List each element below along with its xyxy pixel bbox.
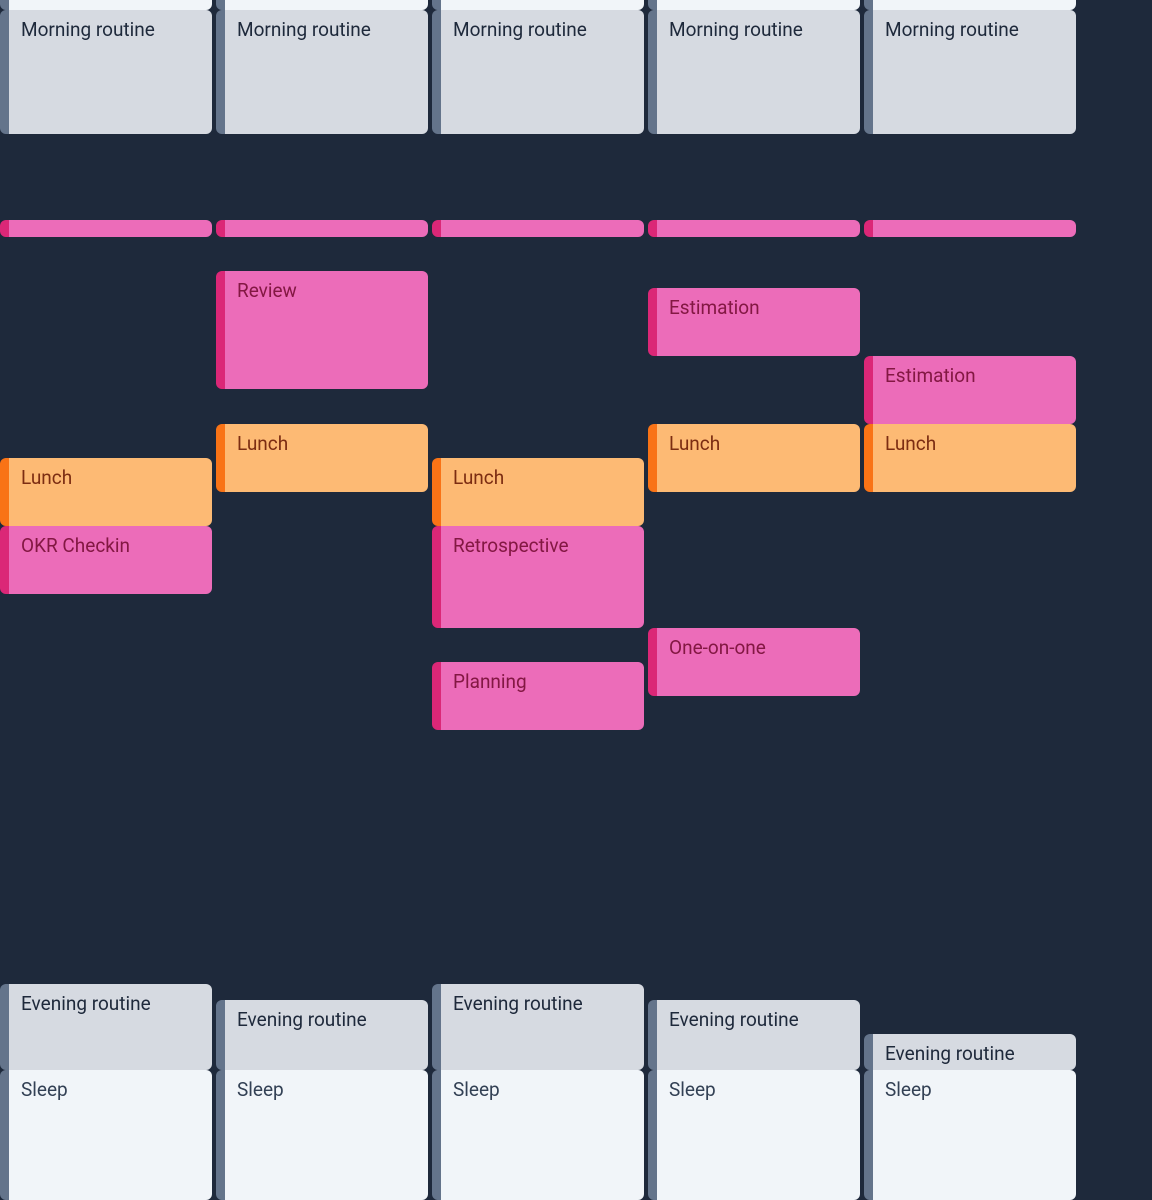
event-title: Evening routine (453, 992, 583, 1015)
event-title: Evening routine (237, 1008, 367, 1031)
calendar-event[interactable]: Sleep (648, 1070, 860, 1200)
event-title: Lunch (237, 432, 288, 455)
calendar-event[interactable]: Lunch (648, 424, 860, 492)
event-title: Estimation (669, 296, 760, 319)
calendar-event[interactable]: Evening routine (432, 984, 644, 1070)
event-title: Evening routine (21, 992, 151, 1015)
calendar-event[interactable]: Sleep (864, 1070, 1076, 1200)
event-title: Evening routine (669, 1008, 799, 1031)
calendar-event[interactable]: Lunch (216, 424, 428, 492)
calendar-event[interactable]: OKR Checkin (0, 526, 212, 594)
event-title: Evening routine (885, 1042, 1015, 1065)
calendar-event[interactable]: Estimation (864, 356, 1076, 424)
calendar-event[interactable] (432, 0, 644, 10)
calendar-event[interactable]: Morning routine (216, 10, 428, 134)
event-title: Sleep (453, 1078, 500, 1101)
calendar-event[interactable]: One-on-one (648, 628, 860, 696)
calendar-event[interactable] (864, 0, 1076, 10)
calendar-event[interactable]: Morning routine (648, 10, 860, 134)
calendar-event[interactable] (864, 220, 1076, 237)
calendar-event[interactable]: Planning (432, 662, 644, 730)
calendar-event[interactable]: Evening routine (216, 1000, 428, 1070)
event-title: Morning routine (237, 18, 371, 41)
calendar-event[interactable] (648, 220, 860, 237)
calendar-event[interactable]: Lunch (864, 424, 1076, 492)
calendar-event[interactable]: Sleep (432, 1070, 644, 1200)
event-title: Review (237, 279, 297, 302)
calendar-event[interactable] (216, 220, 428, 237)
calendar-event[interactable] (0, 0, 212, 10)
event-title: Morning routine (669, 18, 803, 41)
event-title: One-on-one (669, 636, 766, 659)
event-title: Morning routine (885, 18, 1019, 41)
calendar-event[interactable]: Sleep (0, 1070, 212, 1200)
event-title: OKR Checkin (21, 534, 130, 557)
event-title: Lunch (21, 466, 72, 489)
event-title: Sleep (885, 1078, 932, 1101)
calendar-week-grid[interactable]: Morning routine Morning routine Morning ro… (0, 0, 1152, 1199)
event-title: Estimation (885, 364, 976, 387)
calendar-event[interactable]: Evening routine (864, 1034, 1076, 1070)
calendar-event[interactable]: Evening routine (648, 1000, 860, 1070)
calendar-event[interactable]: Lunch (0, 458, 212, 526)
calendar-event[interactable]: Sleep (216, 1070, 428, 1200)
calendar-event[interactable]: Morning routine (432, 10, 644, 134)
event-title: Lunch (885, 432, 936, 455)
calendar-event[interactable]: Estimation (648, 288, 860, 356)
calendar-event[interactable] (0, 220, 212, 237)
event-title: Sleep (21, 1078, 68, 1101)
event-title: Lunch (669, 432, 720, 455)
calendar-event[interactable] (648, 0, 860, 10)
event-title: Sleep (669, 1078, 716, 1101)
calendar-event[interactable]: Morning routine (0, 10, 212, 134)
event-title: Lunch (453, 466, 504, 489)
event-title: Sleep (237, 1078, 284, 1101)
calendar-event[interactable]: Lunch (432, 458, 644, 526)
calendar-event[interactable] (216, 0, 428, 10)
calendar-event[interactable]: Review (216, 271, 428, 389)
event-title: Morning routine (21, 18, 155, 41)
calendar-event[interactable]: Evening routine (0, 984, 212, 1070)
event-title: Retrospective (453, 534, 569, 557)
event-title: Planning (453, 670, 527, 693)
event-title: Morning routine (453, 18, 587, 41)
calendar-event[interactable]: Retrospective (432, 526, 644, 628)
calendar-event[interactable] (432, 220, 644, 237)
calendar-event[interactable]: Morning routine (864, 10, 1076, 134)
